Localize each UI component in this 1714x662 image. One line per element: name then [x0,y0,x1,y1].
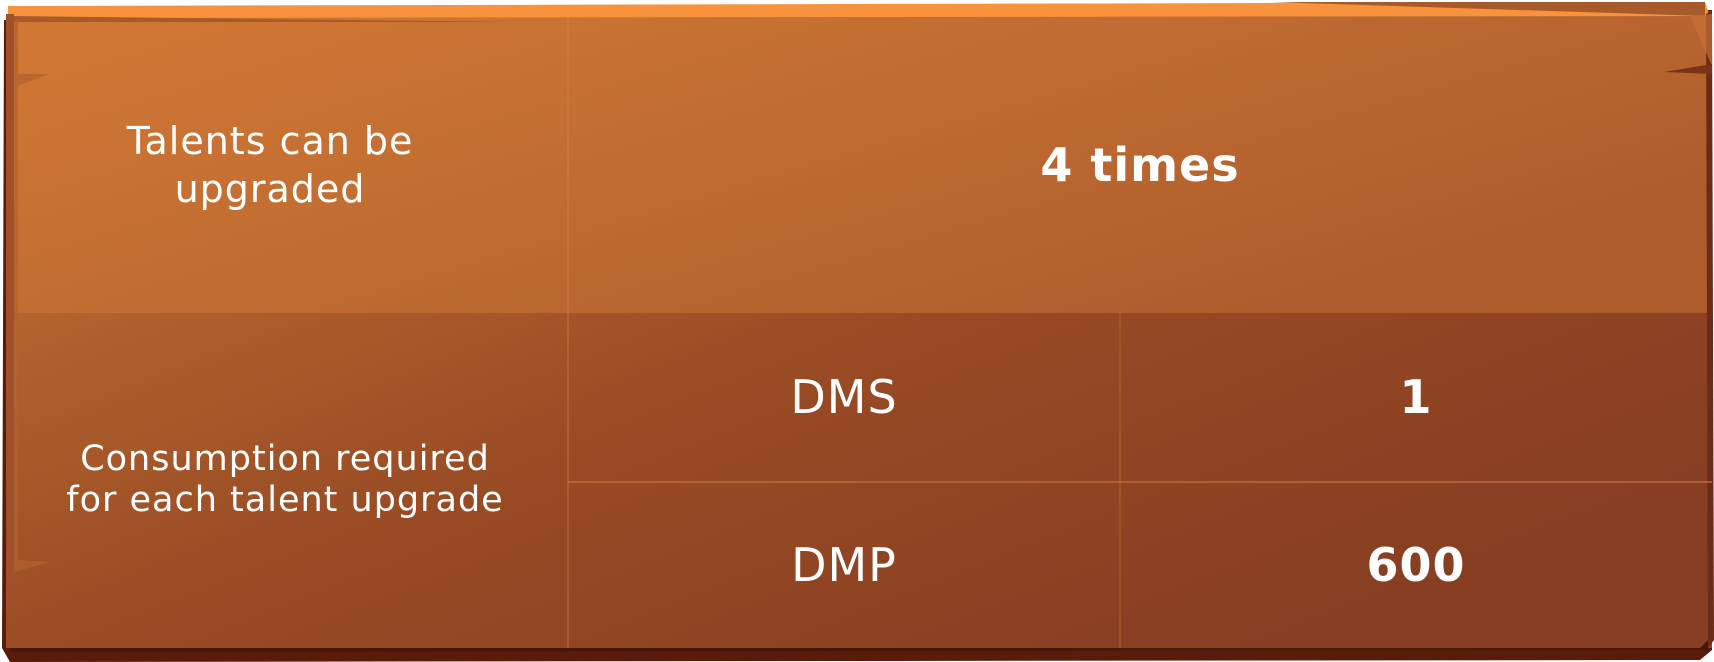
talent-upgrades-value: 4 times [1040,138,1240,192]
row-talent-upgrades-value: 4 times [568,18,1712,312]
talent-upgrades-label: Talents can be upgraded [126,119,414,211]
item-amount-dms: 1 [1120,312,1712,482]
item-name-dms: DMS [568,312,1120,482]
consumption-label: Consumption required for each talent upg… [66,439,504,520]
item-amount-dmp: 600 [1120,482,1712,648]
item-amount: 1 [1399,370,1433,424]
row-talent-upgrades-label: Talents can be upgraded [60,110,480,220]
item-name-dmp: DMP [568,482,1120,648]
upgrade-info-table: Talents can be upgraded 4 times Consumpt… [0,0,1714,662]
item-name: DMS [790,370,898,424]
row-consumption-label: Consumption required for each talent upg… [60,312,510,648]
item-name: DMP [791,538,897,592]
item-amount: 600 [1366,538,1466,592]
